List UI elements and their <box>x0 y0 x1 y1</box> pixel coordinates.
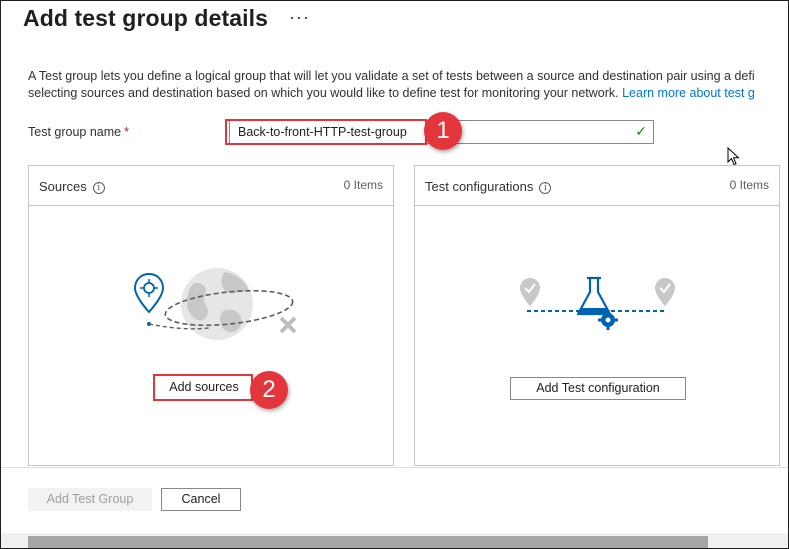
test-config-illustration <box>520 276 675 330</box>
highlight-box-1 <box>225 119 427 145</box>
info-icon[interactable]: i <box>539 182 552 194</box>
required-marker: * <box>124 125 129 139</box>
highlight-box-2 <box>153 374 253 401</box>
test-config-title-text: Test configurations <box>425 179 534 194</box>
info-icon[interactable]: i <box>92 182 105 194</box>
step-callout-1: 1 <box>424 112 462 150</box>
description: A Test group lets you define a logical g… <box>28 68 788 102</box>
add-test-configuration-button[interactable]: Add Test configuration <box>510 377 686 400</box>
description-line-2: selecting sources and destination based … <box>28 85 788 102</box>
cancel-button[interactable]: Cancel <box>161 488 241 511</box>
test-configurations-card: Test configurations i 0 Items Add Test co… <box>414 165 780 466</box>
test-group-name-label: Test group name * <box>28 125 129 139</box>
panel: Add test group details ··· A Test group … <box>0 0 789 549</box>
page-title: Add test group details <box>23 5 268 31</box>
sources-card-header: Sources i 0 Items <box>29 166 393 206</box>
learn-more-link[interactable]: Learn more about test g <box>622 86 755 100</box>
globe-location-illustration <box>133 268 297 340</box>
more-options-icon[interactable]: ··· <box>289 7 310 28</box>
test-config-count: 0 Items <box>729 178 769 192</box>
mouse-cursor-icon <box>727 146 741 172</box>
checkmark-icon: ✓ <box>635 123 647 139</box>
label-text: Test group name <box>28 125 122 139</box>
test-config-card-header: Test configurations i 0 Items <box>415 166 779 206</box>
step-callout-2: 2 <box>250 371 288 409</box>
sources-card: Sources i 0 Items Add sources <box>28 165 394 466</box>
sources-title-text: Sources <box>39 179 87 194</box>
description-text: selecting sources and destination based … <box>28 86 623 100</box>
add-test-group-button[interactable]: Add Test Group <box>28 488 152 511</box>
description-line-1: A Test group lets you define a logical g… <box>28 69 755 83</box>
scrollbar-thumb[interactable] <box>28 536 708 548</box>
sources-count: 0 Items <box>343 178 383 192</box>
test-config-title: Test configurations i <box>425 179 552 194</box>
sources-title: Sources i <box>39 179 105 194</box>
footer-divider <box>1 467 788 468</box>
